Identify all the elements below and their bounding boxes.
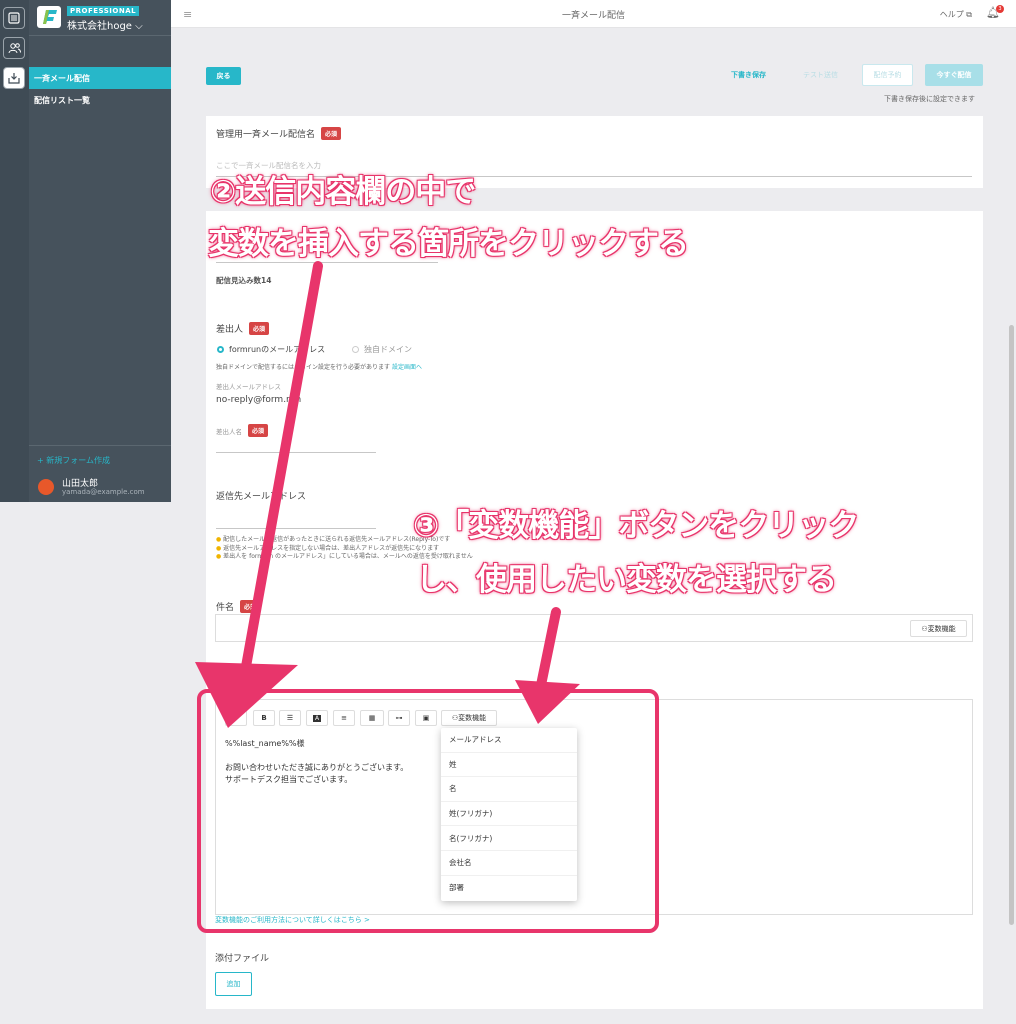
test-send-button[interactable]: テスト送信 <box>803 70 838 80</box>
required-badge: 必須 <box>321 127 342 140</box>
notification-badge: 3 <box>996 5 1004 13</box>
users-icon[interactable] <box>3 37 25 59</box>
own-domain-note: 独自ドメインで配信するにはドメイン設定を行う必要があります 設定画面へ <box>216 362 422 371</box>
sender-name-input[interactable] <box>216 452 376 453</box>
annotation-highlight-box <box>197 689 659 933</box>
help-link[interactable]: ヘルプ ⧉ <box>940 9 972 20</box>
lightbulb-icon: ● <box>216 536 222 543</box>
required-badge: 必須 <box>248 424 269 437</box>
company-switcher[interactable]: 株式会社hoge ⌵ <box>67 17 143 32</box>
sidebar-divider <box>29 35 171 36</box>
lightbulb-icon: ● <box>216 544 222 552</box>
variable-button-label: 変数機能 <box>927 625 956 633</box>
lightbulb-icon: ● <box>216 553 222 560</box>
radio-formrun[interactable]: formrunのメールアドレス <box>217 344 325 355</box>
domain-settings-link[interactable]: 設定画面へ <box>392 364 422 371</box>
top-header: ≡ 一斉メール配信 ヘルプ ⧉ 🔔︎ 3 <box>171 0 1016 28</box>
sender-label: 差出人 必須 <box>216 322 270 335</box>
mail-broadcast-icon[interactable] <box>3 67 25 89</box>
avatar[interactable] <box>38 479 54 495</box>
radio-formrun-label: formrunのメールアドレス <box>229 345 326 354</box>
sender-name-label: 差出人名 必須 <box>216 424 269 437</box>
sidebar-item-delivery-list[interactable]: 配信リスト一覧 <box>29 95 171 106</box>
new-form-link[interactable]: + 新規フォーム作成 <box>37 455 110 466</box>
scrollbar[interactable] <box>1009 325 1014 925</box>
radio-own-domain[interactable]: 独自ドメイン <box>352 344 412 355</box>
subject-input[interactable] <box>215 614 973 642</box>
annotation-step3-line2: し、使用したい変数を選択する <box>416 562 837 598</box>
radio-checked-icon <box>217 346 224 353</box>
formrun-logo <box>37 6 61 28</box>
help-label: ヘルプ <box>939 10 964 19</box>
company-name: 株式会社hoge <box>67 21 132 32</box>
estimated-count: 配信見込み数14 <box>216 276 272 285</box>
external-link-icon: ⧉ <box>966 10 972 19</box>
sidebar-divider <box>29 445 171 446</box>
sender-label-text: 差出人 <box>216 325 244 335</box>
subject-label: 件名 必須 <box>216 600 261 613</box>
icon-rail <box>0 0 29 502</box>
radio-own-label: 独自ドメイン <box>364 345 412 354</box>
sender-name-label-text: 差出人名 <box>216 428 242 436</box>
reply-note: ● 返信先メールアドレスを指定しない場合は、差出人アドレスが返信先になります <box>216 545 473 554</box>
schedule-button[interactable]: 配信予約 <box>862 64 913 86</box>
after-save-note: 下書き保存後に設定できます <box>884 95 975 103</box>
sender-email-label: 差出人メールアドレス <box>216 383 281 391</box>
annotation-step2-line1: ②送信内容欄の中で <box>210 174 476 210</box>
forms-icon[interactable] <box>3 7 25 29</box>
radio-unchecked-icon <box>352 346 359 353</box>
required-badge: 必須 <box>240 600 261 613</box>
subject-label-text: 件名 <box>216 603 235 613</box>
user-email: yamada@example.com <box>62 488 145 496</box>
required-badge: 必須 <box>249 322 270 335</box>
reply-to-label: 返信先メールアドレス <box>216 492 307 502</box>
back-button[interactable]: 戻る <box>206 67 241 85</box>
attachment-label: 添付ファイル <box>215 954 270 964</box>
admin-name-label: 管理用一斉メール配信名 必須 <box>216 127 342 140</box>
page-title: 一斉メール配信 <box>561 11 625 21</box>
sidebar-item-broadcast[interactable]: 一斉メール配信 <box>29 67 171 89</box>
annotation-step2-line2: 変数を挿入する箇所をクリックする <box>208 226 689 262</box>
subject-variable-button[interactable]: ⚇変数機能 <box>910 620 967 637</box>
annotation-step3-line1: ③「変数機能」ボタンをクリック <box>413 508 859 544</box>
chevron-down-icon: ⌵ <box>135 21 143 32</box>
sender-email-value: no-reply@form.run <box>216 395 302 405</box>
send-now-button[interactable]: 今すぐ配信 <box>925 64 983 86</box>
plan-badge: PROFESSIONAL <box>67 6 140 16</box>
save-draft-button[interactable]: 下書き保存 <box>731 70 766 80</box>
own-domain-note-text: 独自ドメインで配信するにはドメイン設定を行う必要があります <box>216 364 391 371</box>
admin-name-label-text: 管理用一斉メール配信名 <box>216 130 316 140</box>
reply-to-input[interactable] <box>216 528 376 529</box>
reply-note-text: 返信先メールアドレスを指定しない場合は、差出人アドレスが返信先になります <box>223 544 440 552</box>
add-attachment-button[interactable]: 追加 <box>215 972 252 996</box>
